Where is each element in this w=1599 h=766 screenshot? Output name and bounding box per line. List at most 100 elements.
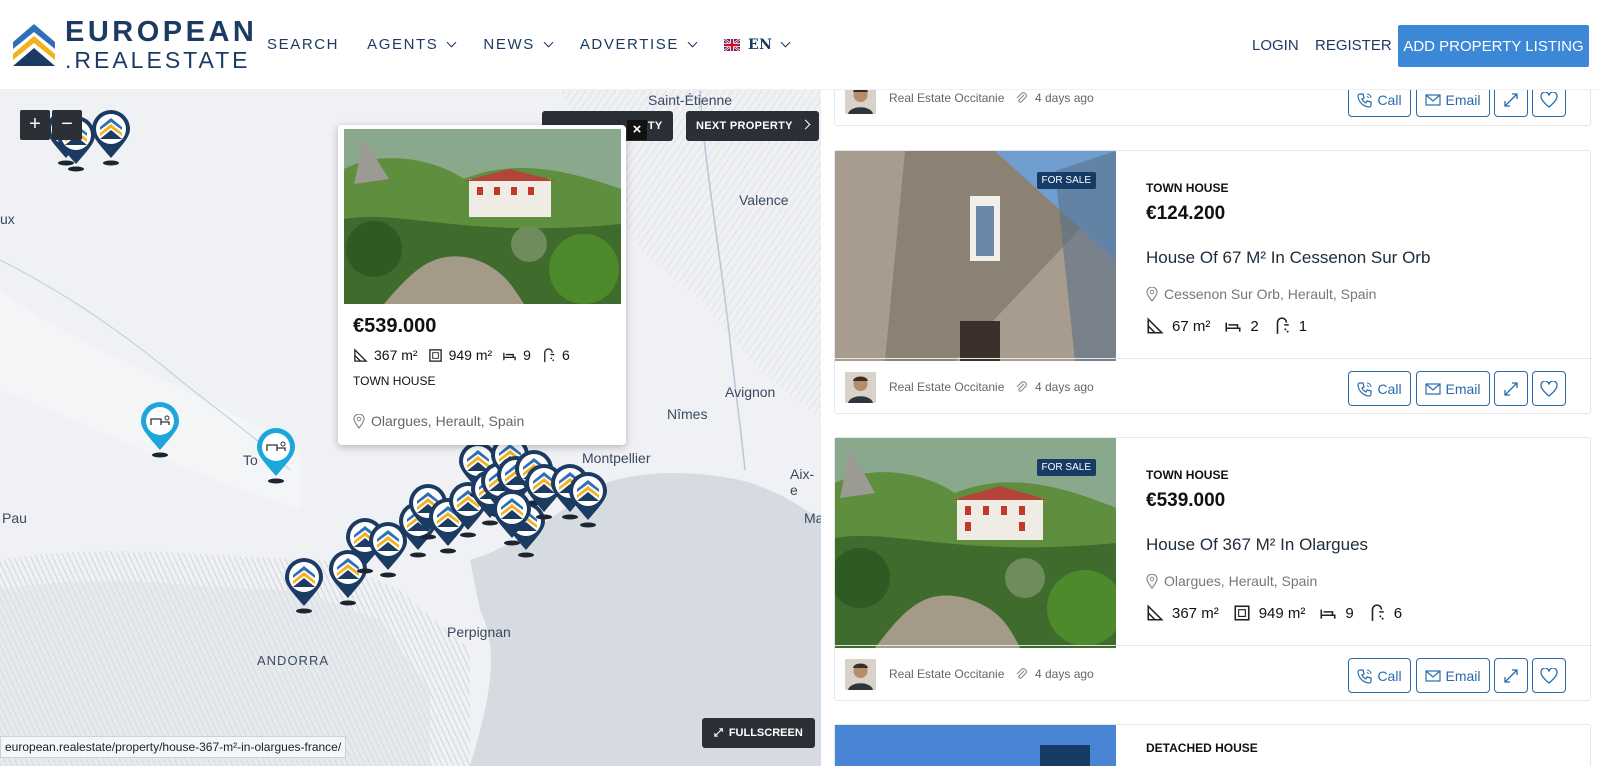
agent-name[interactable]: Real Estate Occitanie	[889, 667, 1004, 681]
site-logo[interactable]: EUROPEAN .REALESTATE	[11, 18, 257, 72]
email-button[interactable]: Email	[1416, 658, 1490, 693]
map-pin-cluster-icon[interactable]	[138, 402, 182, 458]
property-features: 367 m² 949 m² 9 6	[1146, 604, 1416, 622]
property-title[interactable]: House Of 67 M² In Cessenon Sur Orb	[1146, 248, 1430, 268]
plot-icon	[428, 348, 442, 362]
map-label-pau: Pau	[2, 510, 27, 526]
nav-agents[interactable]: AGENTS	[367, 36, 457, 53]
listing-photo[interactable]	[835, 725, 1116, 766]
close-popup-button[interactable]: ×	[627, 120, 647, 140]
area-icon	[1147, 604, 1164, 621]
expand-icon	[1504, 381, 1518, 396]
map-label-avignon: Avignon	[725, 384, 776, 400]
for-sale-badge: FOR SALE	[1036, 172, 1096, 189]
nav-search[interactable]: SEARCH	[267, 36, 339, 53]
favorite-button[interactable]	[1532, 90, 1566, 117]
expand-button[interactable]	[1494, 90, 1528, 117]
chevron-down-icon	[543, 37, 554, 48]
listing-card[interactable]: FOR SALE TOWN HOUSE €539.000 House Of 36…	[834, 437, 1592, 702]
phone-icon	[1357, 668, 1373, 684]
email-button[interactable]: Email	[1416, 90, 1490, 117]
favorite-button[interactable]	[1532, 658, 1566, 693]
site-header: EUROPEAN .REALESTATE SEARCH AGENTS NEWS …	[0, 0, 1599, 90]
plot-icon	[1234, 605, 1250, 621]
phone-icon	[1357, 92, 1373, 108]
bed-icon	[1225, 322, 1241, 332]
call-button[interactable]: Call	[1348, 371, 1411, 406]
chevron-right-icon	[800, 119, 811, 130]
map-pin-cluster-icon[interactable]	[254, 428, 298, 484]
map-pin-icon[interactable]	[282, 558, 326, 614]
map-label-saint-etienne: Saint-Étienne	[648, 92, 733, 108]
expand-button[interactable]	[1494, 658, 1528, 693]
popup-features: 367 m² 949 m² 9 6	[353, 347, 580, 363]
map-label-aix: Aix-e	[790, 466, 815, 498]
map-label-ux: ux	[0, 211, 15, 227]
agent-avatar[interactable]	[845, 659, 876, 690]
zoom-controls: + −	[20, 110, 84, 140]
property-location: Cessenon Sur Orb, Herault, Spain	[1146, 286, 1376, 302]
agent-avatar[interactable]	[845, 90, 876, 114]
call-button[interactable]: Call	[1348, 658, 1411, 693]
property-type: TOWN HOUSE	[1146, 468, 1229, 482]
heart-icon	[1540, 380, 1558, 397]
listing-photo[interactable]: FOR SALE	[835, 438, 1116, 648]
language-selector[interactable]: EN	[723, 37, 791, 53]
nav-news[interactable]: NEWS	[483, 36, 554, 53]
status-bar-url: european.realestate/property/house-367-m…	[0, 736, 347, 758]
popup-price: €539.000	[353, 315, 437, 337]
location-pin-icon	[353, 413, 365, 429]
uk-flag-icon	[723, 38, 740, 51]
listing-card[interactable]: FOR SALE TOWN HOUSE €124.200 House Of 67…	[834, 150, 1592, 415]
map-label-valence: Valence	[739, 192, 789, 208]
property-location: Olargues, Herault, Spain	[1146, 573, 1317, 589]
login-link[interactable]: LOGIN	[1252, 37, 1299, 54]
listing-photo[interactable]: FOR SALE	[835, 151, 1116, 361]
nav-advertise[interactable]: ADVERTISE	[580, 36, 698, 53]
shower-icon	[1276, 317, 1289, 334]
register-link[interactable]: REGISTER	[1315, 37, 1392, 54]
listing-footer: Real Estate Occitanie 4 days ago Call Em…	[835, 358, 1592, 415]
map-label-montpellier: Montpellier	[582, 450, 651, 466]
listing-card: Real Estate Occitanie 4 days ago Call Em…	[834, 90, 1591, 126]
map-pin-icon[interactable]	[490, 490, 534, 546]
logo-wordmark-bottom: .REALESTATE	[65, 47, 251, 73]
paperclip-icon	[1016, 381, 1027, 392]
listing-age: 4 days ago	[1035, 667, 1094, 681]
expand-icon	[1504, 668, 1518, 683]
map-pin-icon[interactable]	[566, 472, 610, 528]
heart-icon	[1540, 91, 1558, 108]
property-title[interactable]: House Of 367 M² In Olargues	[1146, 535, 1368, 555]
favorite-button[interactable]	[1532, 371, 1566, 406]
listing-footer: Real Estate Occitanie 4 days ago Call Em…	[835, 90, 1592, 127]
logo-icon	[13, 24, 55, 66]
listing-card[interactable]: DETACHED HOUSE	[834, 724, 1591, 766]
property-popup[interactable]: €539.000 367 m² 949 m² 9 6 TOWN HOUSE Ol…	[338, 125, 626, 445]
call-button[interactable]: Call	[1348, 90, 1411, 117]
map-pin-icon[interactable]	[89, 110, 133, 166]
zoom-out-button[interactable]: −	[52, 110, 82, 140]
expand-button[interactable]	[1494, 371, 1528, 406]
logo-wordmark-top: EUROPEAN	[65, 16, 258, 48]
next-property-button[interactable]: NEXT PROPERTY	[686, 111, 819, 141]
bed-icon	[1320, 609, 1336, 619]
listing-footer: Real Estate Occitanie 4 days ago Call Em…	[835, 645, 1592, 702]
add-property-listing-button[interactable]: ADD PROPERTY LISTING	[1398, 25, 1589, 67]
chevron-down-icon	[687, 37, 698, 48]
area-icon	[354, 347, 368, 362]
chevron-down-icon	[780, 37, 791, 48]
fullscreen-button[interactable]: ⤢ FULLSCREEN	[702, 718, 815, 748]
zoom-in-button[interactable]: +	[20, 110, 50, 140]
property-map[interactable]: Saint-Étienne Valence ux Avignon Nîmes M…	[0, 90, 821, 766]
bed-icon	[503, 352, 516, 360]
popup-location: Olargues, Herault, Spain	[353, 413, 524, 429]
popup-property-photo[interactable]	[344, 129, 621, 304]
email-button[interactable]: Email	[1416, 371, 1490, 406]
map-label-perpignan: Perpignan	[447, 624, 511, 640]
agent-name[interactable]: Real Estate Occitanie	[889, 91, 1004, 105]
property-features: 67 m² 2 1	[1146, 317, 1321, 335]
agent-avatar[interactable]	[845, 372, 876, 403]
for-sale-badge: FOR SALE	[1036, 459, 1096, 476]
agent-name[interactable]: Real Estate Occitanie	[889, 380, 1004, 394]
paperclip-icon	[1016, 668, 1027, 679]
